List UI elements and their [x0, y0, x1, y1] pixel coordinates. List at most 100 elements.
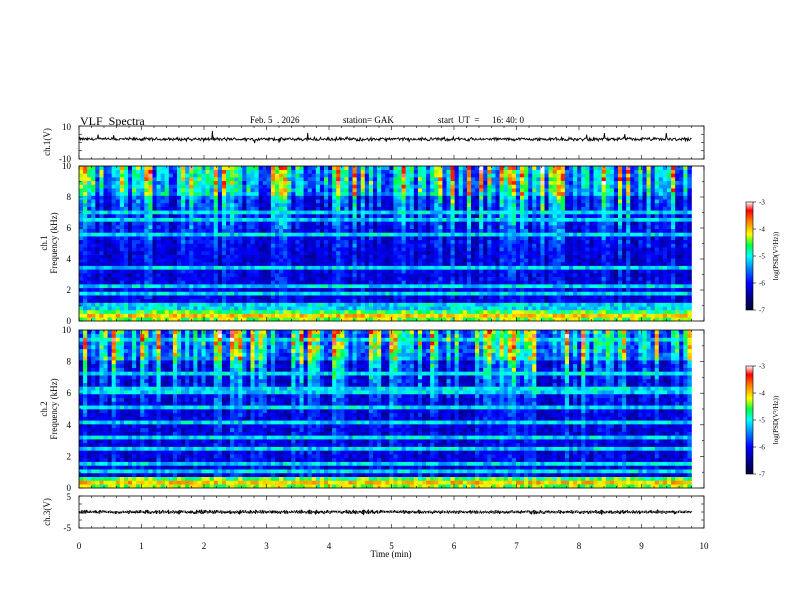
ch1-spec-cells-cell	[283, 180, 288, 185]
ch1-spec-cells-cell	[462, 184, 468, 189]
ch1-spec-cells-cell	[217, 239, 223, 244]
ch1-spec-cells-cell	[352, 225, 357, 230]
ch1-spec-cells-cell	[115, 177, 121, 182]
ch1-spec-cells-cell	[83, 206, 88, 211]
ch1-spec-cells-cell	[242, 280, 247, 285]
ch1-spec-cells-cell	[352, 195, 357, 200]
ch1-spec-cells-cell	[319, 195, 325, 200]
ch1-spec-cells-cell	[528, 258, 533, 263]
ch1-spec-cells-cell	[266, 309, 272, 314]
ch1-spec-cells-cell	[250, 188, 255, 193]
ch1-spec-cells-cell	[172, 169, 178, 174]
ch1-spec-cells-cell	[479, 284, 484, 289]
ch1-spec-cells-cell	[442, 232, 447, 237]
ch1-spec-cells-cell	[111, 291, 117, 296]
ch1-spec-cells-cell	[417, 195, 423, 200]
ch1-spec-cells-cell	[103, 313, 108, 318]
ch1-spec-cells-cell	[128, 206, 133, 211]
ch1-spec-cells-cell	[381, 254, 386, 259]
ch1-spec-cells-cell	[483, 191, 488, 196]
ch1-spec-cells-cell	[275, 243, 280, 248]
ch1-spec-cells-cell	[99, 232, 104, 237]
ch1-spec-cells-cell	[311, 298, 317, 303]
ch1-spec-cells-cell	[462, 217, 468, 222]
ch1-spec-cells-cell	[426, 206, 431, 211]
ch1-spec-cells-cell	[197, 188, 202, 193]
ch1-spec-cells-cell	[217, 232, 223, 237]
ch1-spec-cells-cell	[442, 199, 447, 204]
ch1-spec-cells-cell	[352, 295, 357, 300]
ch1-spec-cells-cell	[230, 265, 235, 270]
ch1-spec-cells-cell	[275, 254, 280, 259]
ch1-spec-cells-cell	[340, 206, 345, 211]
ch1-spec-cells-cell	[524, 199, 529, 204]
ch1-spec-cells-cell	[426, 236, 431, 241]
ch1-spec-cells-cell	[393, 191, 398, 196]
ch1-spec-cells-cell	[250, 202, 255, 207]
ch1-spec-cells-cell	[356, 206, 362, 211]
ch1-spec-cells-cell	[311, 287, 317, 292]
ch1-spec-cells-cell	[483, 261, 488, 266]
ch1-spec-cells-cell	[344, 313, 349, 318]
ch1-spec-cells-cell	[148, 210, 153, 215]
ch1-spec-cells-cell	[172, 206, 178, 211]
ch1-spec-cells-cell	[246, 258, 251, 263]
ch1-spec-cells-cell	[475, 254, 480, 259]
ch1-spec-cells-cell	[168, 173, 174, 178]
ch1-spec-cells-cell	[324, 243, 329, 248]
ch1-spec-cells-cell	[87, 228, 92, 233]
ch1-spec-cells-cell	[303, 169, 308, 174]
ch1-spec-cells-cell	[385, 188, 390, 193]
ch1-spec-cells-cell	[409, 166, 415, 170]
ch1-spec-cells-cell	[87, 173, 92, 178]
ch1-spec-cells-cell	[503, 180, 509, 185]
ch1-spec-cells-cell	[426, 265, 431, 270]
ch1-spec-cells-cell	[454, 195, 460, 200]
ch1-spec-cells-cell	[246, 247, 251, 252]
ch1-spec-cells-cell	[450, 166, 455, 170]
ch1-spec-cells-cell	[458, 199, 464, 204]
ch1-spec-cells-cell	[336, 291, 341, 296]
ch1-spec-cells-cell	[319, 206, 325, 211]
ch1-spec-cells-cell	[168, 188, 174, 193]
ch1-spec-cells-cell	[397, 202, 402, 207]
ch1-spec-cells-cell	[213, 254, 219, 259]
ch1-spec-cells-cell	[234, 180, 239, 185]
ch1-spec-cells-cell	[515, 280, 521, 285]
ch1-spec-cells-cell	[507, 210, 513, 215]
ch1-spec-cells-cell	[283, 258, 288, 263]
ch1-spec-cells-cell	[226, 273, 231, 278]
ch1-spec-cells-cell	[91, 177, 96, 182]
ch1-spectrogram-cells	[79, 166, 692, 322]
ch1-spec-cells-cell	[103, 177, 108, 182]
ch1-spec-cells-cell	[152, 250, 157, 255]
ch1-spec-cells-cell	[356, 250, 362, 255]
ch1-spec-cells-cell	[373, 287, 378, 292]
ch1-spec-cells-cell	[213, 184, 219, 189]
ch1-spec-cells-cell	[136, 206, 141, 211]
ch1-spec-cells-cell	[128, 232, 133, 237]
ch1-spec-cells-cell	[209, 217, 215, 222]
ch1-spec-cells-cell	[483, 199, 488, 204]
ch1-spec-cells-cell	[291, 184, 296, 189]
ch1-spec-cells-cell	[185, 228, 190, 233]
ch1-spec-cells-cell	[528, 276, 533, 281]
ch1-spec-cells-cell	[230, 191, 235, 196]
ch1-spec-cells-cell	[401, 261, 406, 266]
ch1-spec-cells-cell	[111, 295, 117, 300]
ch1-spec-cells-cell	[450, 258, 455, 263]
ch1-spec-cells-cell	[544, 236, 549, 241]
ch1-spec-cells-cell	[111, 184, 117, 189]
ch1-spec-cells-cell	[226, 166, 231, 170]
ch1-spec-cells-cell	[140, 180, 145, 185]
ch1-spec-cells-cell	[307, 228, 313, 233]
ch1-spec-cells-cell	[483, 287, 488, 292]
ch1-spec-cells-cell	[442, 306, 447, 311]
ch1-spec-cells-cell	[368, 250, 374, 255]
ch1-spec-cells-cell	[466, 280, 472, 285]
ch1-spec-cells-cell	[528, 210, 533, 215]
ch1-spec-cells-cell	[332, 232, 337, 237]
ch1-spec-cells-cell	[368, 188, 374, 193]
ch1-spec-cells-cell	[438, 276, 443, 281]
ch1-spec-cells-cell	[389, 199, 394, 204]
